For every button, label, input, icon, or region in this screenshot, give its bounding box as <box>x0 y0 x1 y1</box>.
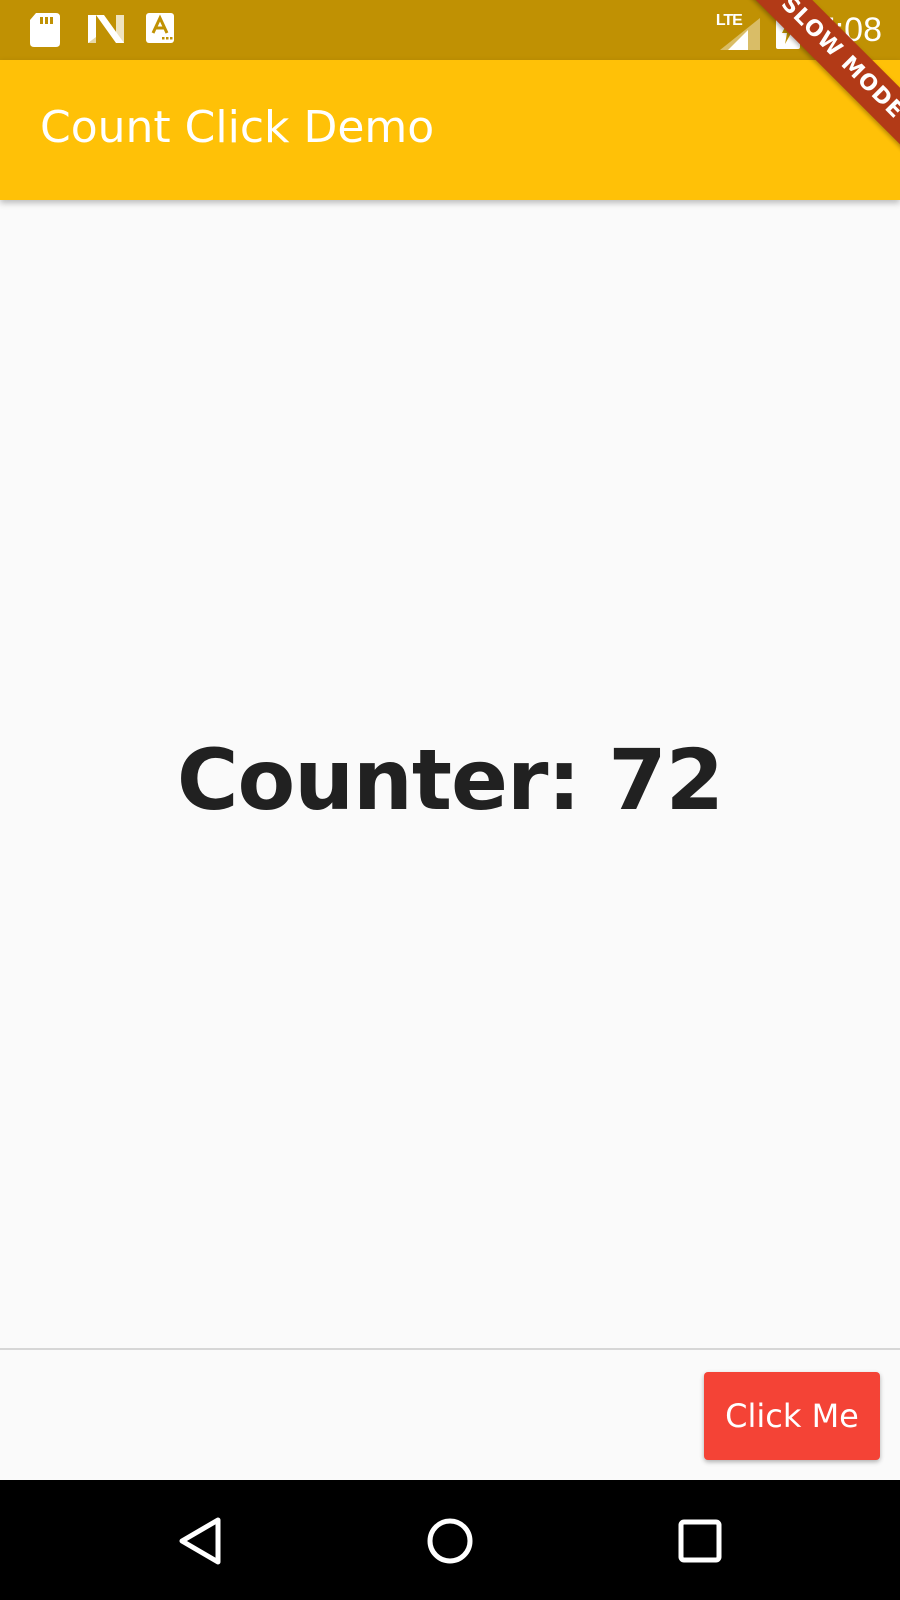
status-right-icons: LTE 7:08 <box>716 10 882 50</box>
signal-icon <box>719 18 760 50</box>
home-icon[interactable] <box>415 1506 485 1576</box>
main-content: Counter: 72 <box>0 200 900 1348</box>
sd-card-icon <box>30 13 60 47</box>
battery-charging-icon <box>775 11 800 49</box>
click-me-button[interactable]: Click Me <box>704 1372 880 1460</box>
counter-text: Counter: 72 <box>176 731 724 829</box>
app-bar: Count Click Demo <box>0 60 900 200</box>
back-icon[interactable] <box>166 1506 236 1576</box>
status-bar: LTE 7:08 <box>0 0 900 60</box>
bottom-bar: Click Me <box>0 1348 900 1480</box>
a-badge-icon <box>146 13 176 47</box>
status-left-icons <box>30 13 176 47</box>
page-title: Count Click Demo <box>40 102 435 153</box>
status-time: 7:08 <box>815 11 882 49</box>
network-indicator: LTE <box>716 10 760 50</box>
n-logo-icon <box>88 13 124 47</box>
recent-apps-icon[interactable] <box>665 1506 735 1576</box>
navigation-bar <box>0 1480 900 1600</box>
